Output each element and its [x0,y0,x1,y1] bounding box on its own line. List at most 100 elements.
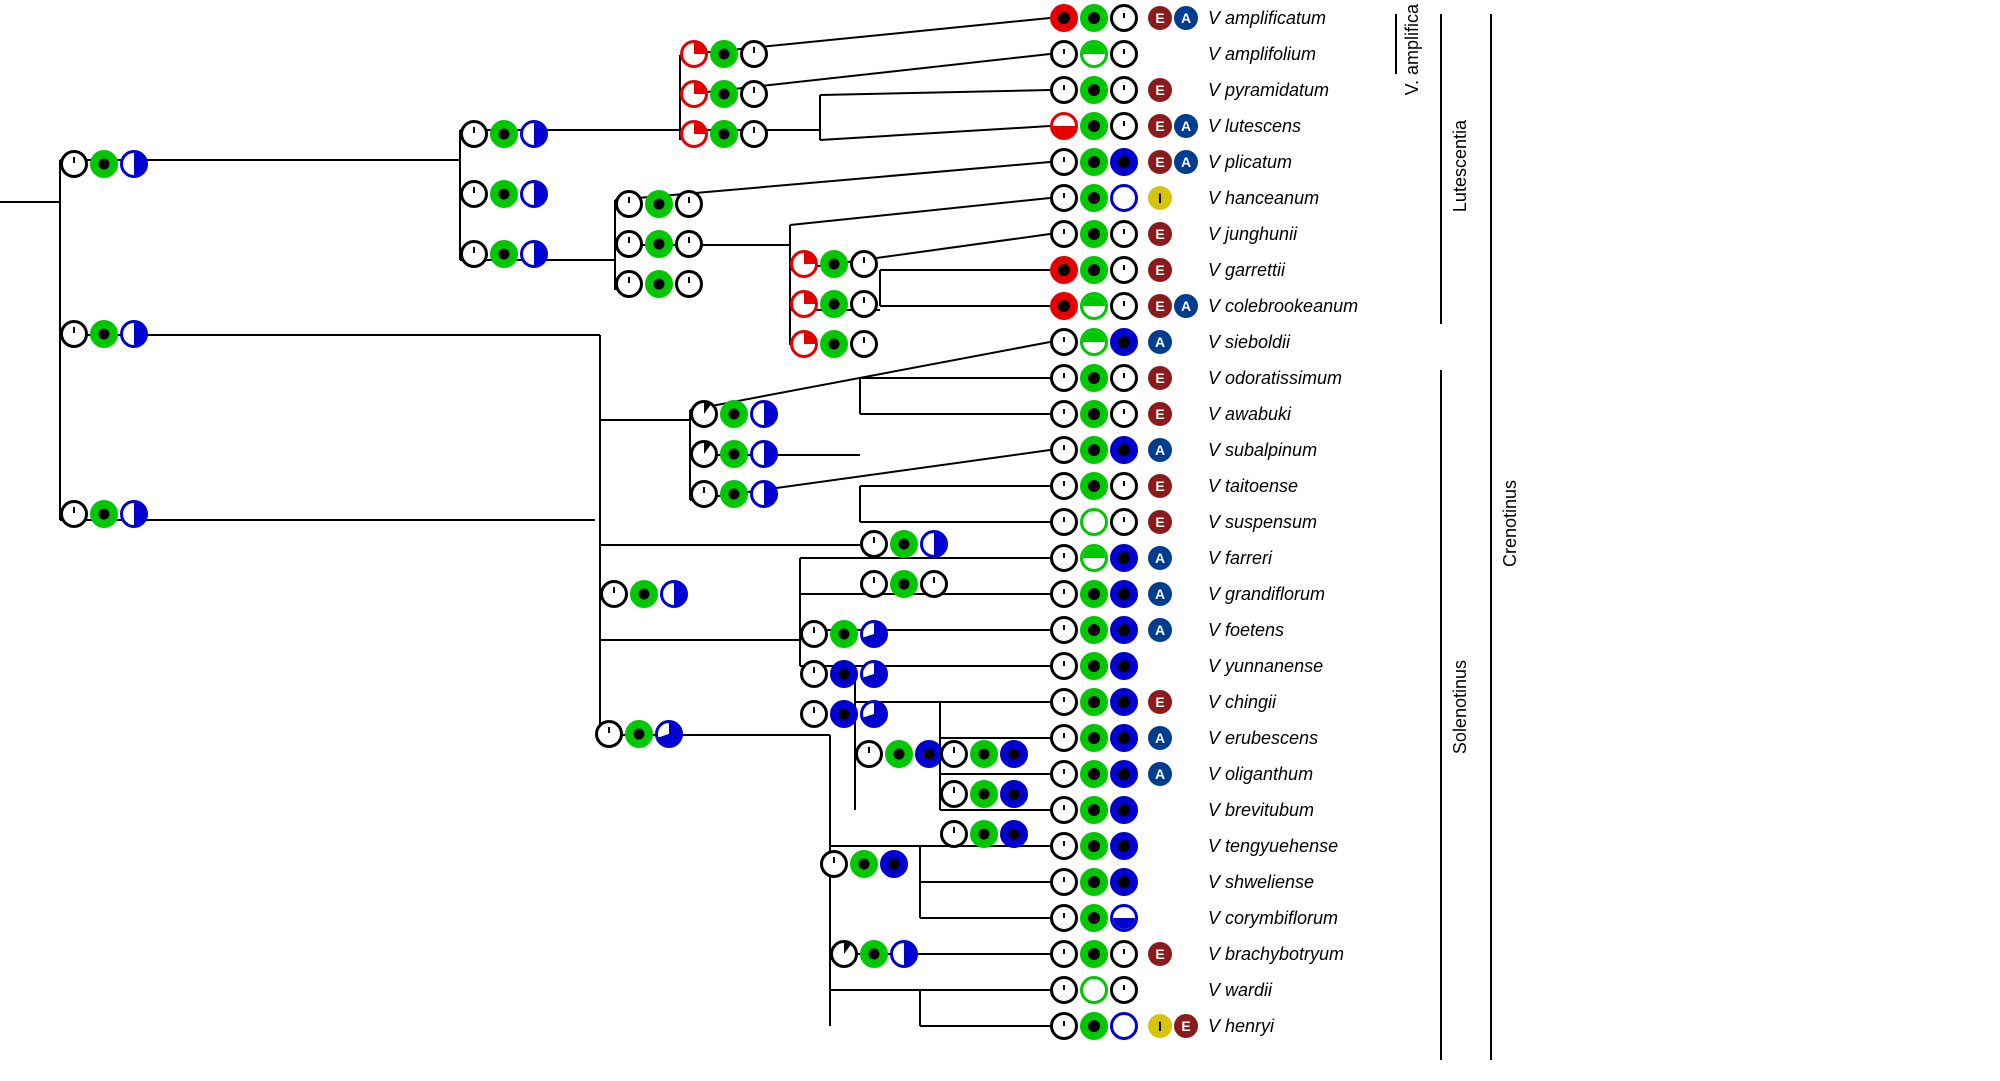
tip-pie-2 [1080,760,1108,788]
internal-node [940,740,1028,768]
badge-I: I [1148,1014,1172,1038]
node-pie-2 [720,440,748,468]
tip-state-triplet [1050,544,1138,572]
tip-pie-2 [1080,616,1108,644]
tip-pie-2 [1080,976,1108,1004]
internal-node [595,720,683,748]
tree-edges [0,0,2000,1081]
node-pie-1 [690,400,718,428]
internal-node [690,480,778,508]
tip-pie-2 [1080,256,1108,284]
taxon-name: V tengyuehense [1208,836,1338,857]
tip-pie-2 [1080,508,1108,536]
internal-node [60,500,148,528]
tip-state-triplet [1050,724,1138,752]
node-pie-1 [800,660,828,688]
node-pie-1 [800,620,828,648]
taxon-name: V yunnanense [1208,656,1323,677]
tip-state-triplet [1050,868,1138,896]
phylogram-figure: EAV amplificatumV amplifoliumEV pyramida… [0,0,2000,1081]
tip-pie-1 [1050,400,1078,428]
tip-pie-3 [1110,508,1138,536]
tip-state-triplet [1050,4,1138,32]
node-pie-2 [630,580,658,608]
badge-E: E [1148,294,1172,318]
node-pie-3 [860,620,888,648]
node-pie-3 [675,230,703,258]
tip-badges: E [1148,474,1202,498]
tip-pie-1 [1050,652,1078,680]
node-pie-2 [720,400,748,428]
tip-badges: E [1148,510,1202,534]
tip-state-triplet [1050,256,1138,284]
node-pie-1 [680,40,708,68]
node-pie-1 [690,480,718,508]
internal-node [940,820,1028,848]
badge-E: E [1148,366,1172,390]
tip-state-triplet [1050,688,1138,716]
node-pie-1 [60,320,88,348]
node-pie-2 [645,190,673,218]
node-pie-3 [860,660,888,688]
badge-E: E [1148,474,1172,498]
badge-A: A [1174,114,1198,138]
tip-pie-1 [1050,1012,1078,1040]
node-pie-1 [790,250,818,278]
taxon-name: V chingii [1208,692,1276,713]
node-pie-3 [740,40,768,68]
tip-pie-1 [1050,4,1078,32]
tip-pie-3 [1110,760,1138,788]
internal-node [680,80,768,108]
tip-row: V shweliense [1050,868,1314,896]
tip-state-triplet [1050,904,1138,932]
tip-pie-2 [1080,328,1108,356]
internal-node [800,700,888,728]
node-pie-1 [860,530,888,558]
badge-E: E [1148,690,1172,714]
internal-node [820,850,908,878]
node-pie-1 [790,290,818,318]
internal-node [830,940,918,968]
tip-badges [1148,978,1202,1002]
tip-state-triplet [1050,580,1138,608]
node-pie-3 [655,720,683,748]
tip-badges [1148,834,1202,858]
node-pie-2 [890,530,918,558]
node-pie-3 [750,400,778,428]
node-pie-3 [860,700,888,728]
internal-node [800,620,888,648]
node-pie-3 [850,290,878,318]
internal-node [790,330,878,358]
internal-node [460,240,548,268]
badge-E: E [1148,150,1172,174]
node-pie-2 [820,250,848,278]
node-pie-2 [970,740,998,768]
tip-row: AV grandiflorum [1050,580,1325,608]
badge-A: A [1148,546,1172,570]
node-pie-1 [460,240,488,268]
taxon-name: V brachybotryum [1208,944,1344,965]
tip-pie-1 [1050,184,1078,212]
tip-row: V corymbiflorum [1050,904,1338,932]
tip-pie-1 [1050,580,1078,608]
node-pie-1 [600,580,628,608]
tip-pie-3 [1110,796,1138,824]
node-pie-3 [120,150,148,178]
tip-pie-1 [1050,508,1078,536]
internal-node [690,440,778,468]
node-pie-2 [830,660,858,688]
tip-row: AV sieboldii [1050,328,1290,356]
tip-pie-3 [1110,832,1138,860]
tip-state-triplet [1050,652,1138,680]
tip-badges: A [1148,618,1202,642]
tip-row: AV subalpinum [1050,436,1317,464]
taxon-name: V sieboldii [1208,332,1290,353]
tip-pie-1 [1050,76,1078,104]
tip-state-triplet [1050,832,1138,860]
tip-pie-3 [1110,616,1138,644]
taxon-name: V colebrookeanum [1208,296,1358,317]
node-pie-2 [710,40,738,68]
tip-state-triplet [1050,148,1138,176]
tip-state-triplet [1050,184,1138,212]
tip-badges: E [1148,222,1202,246]
